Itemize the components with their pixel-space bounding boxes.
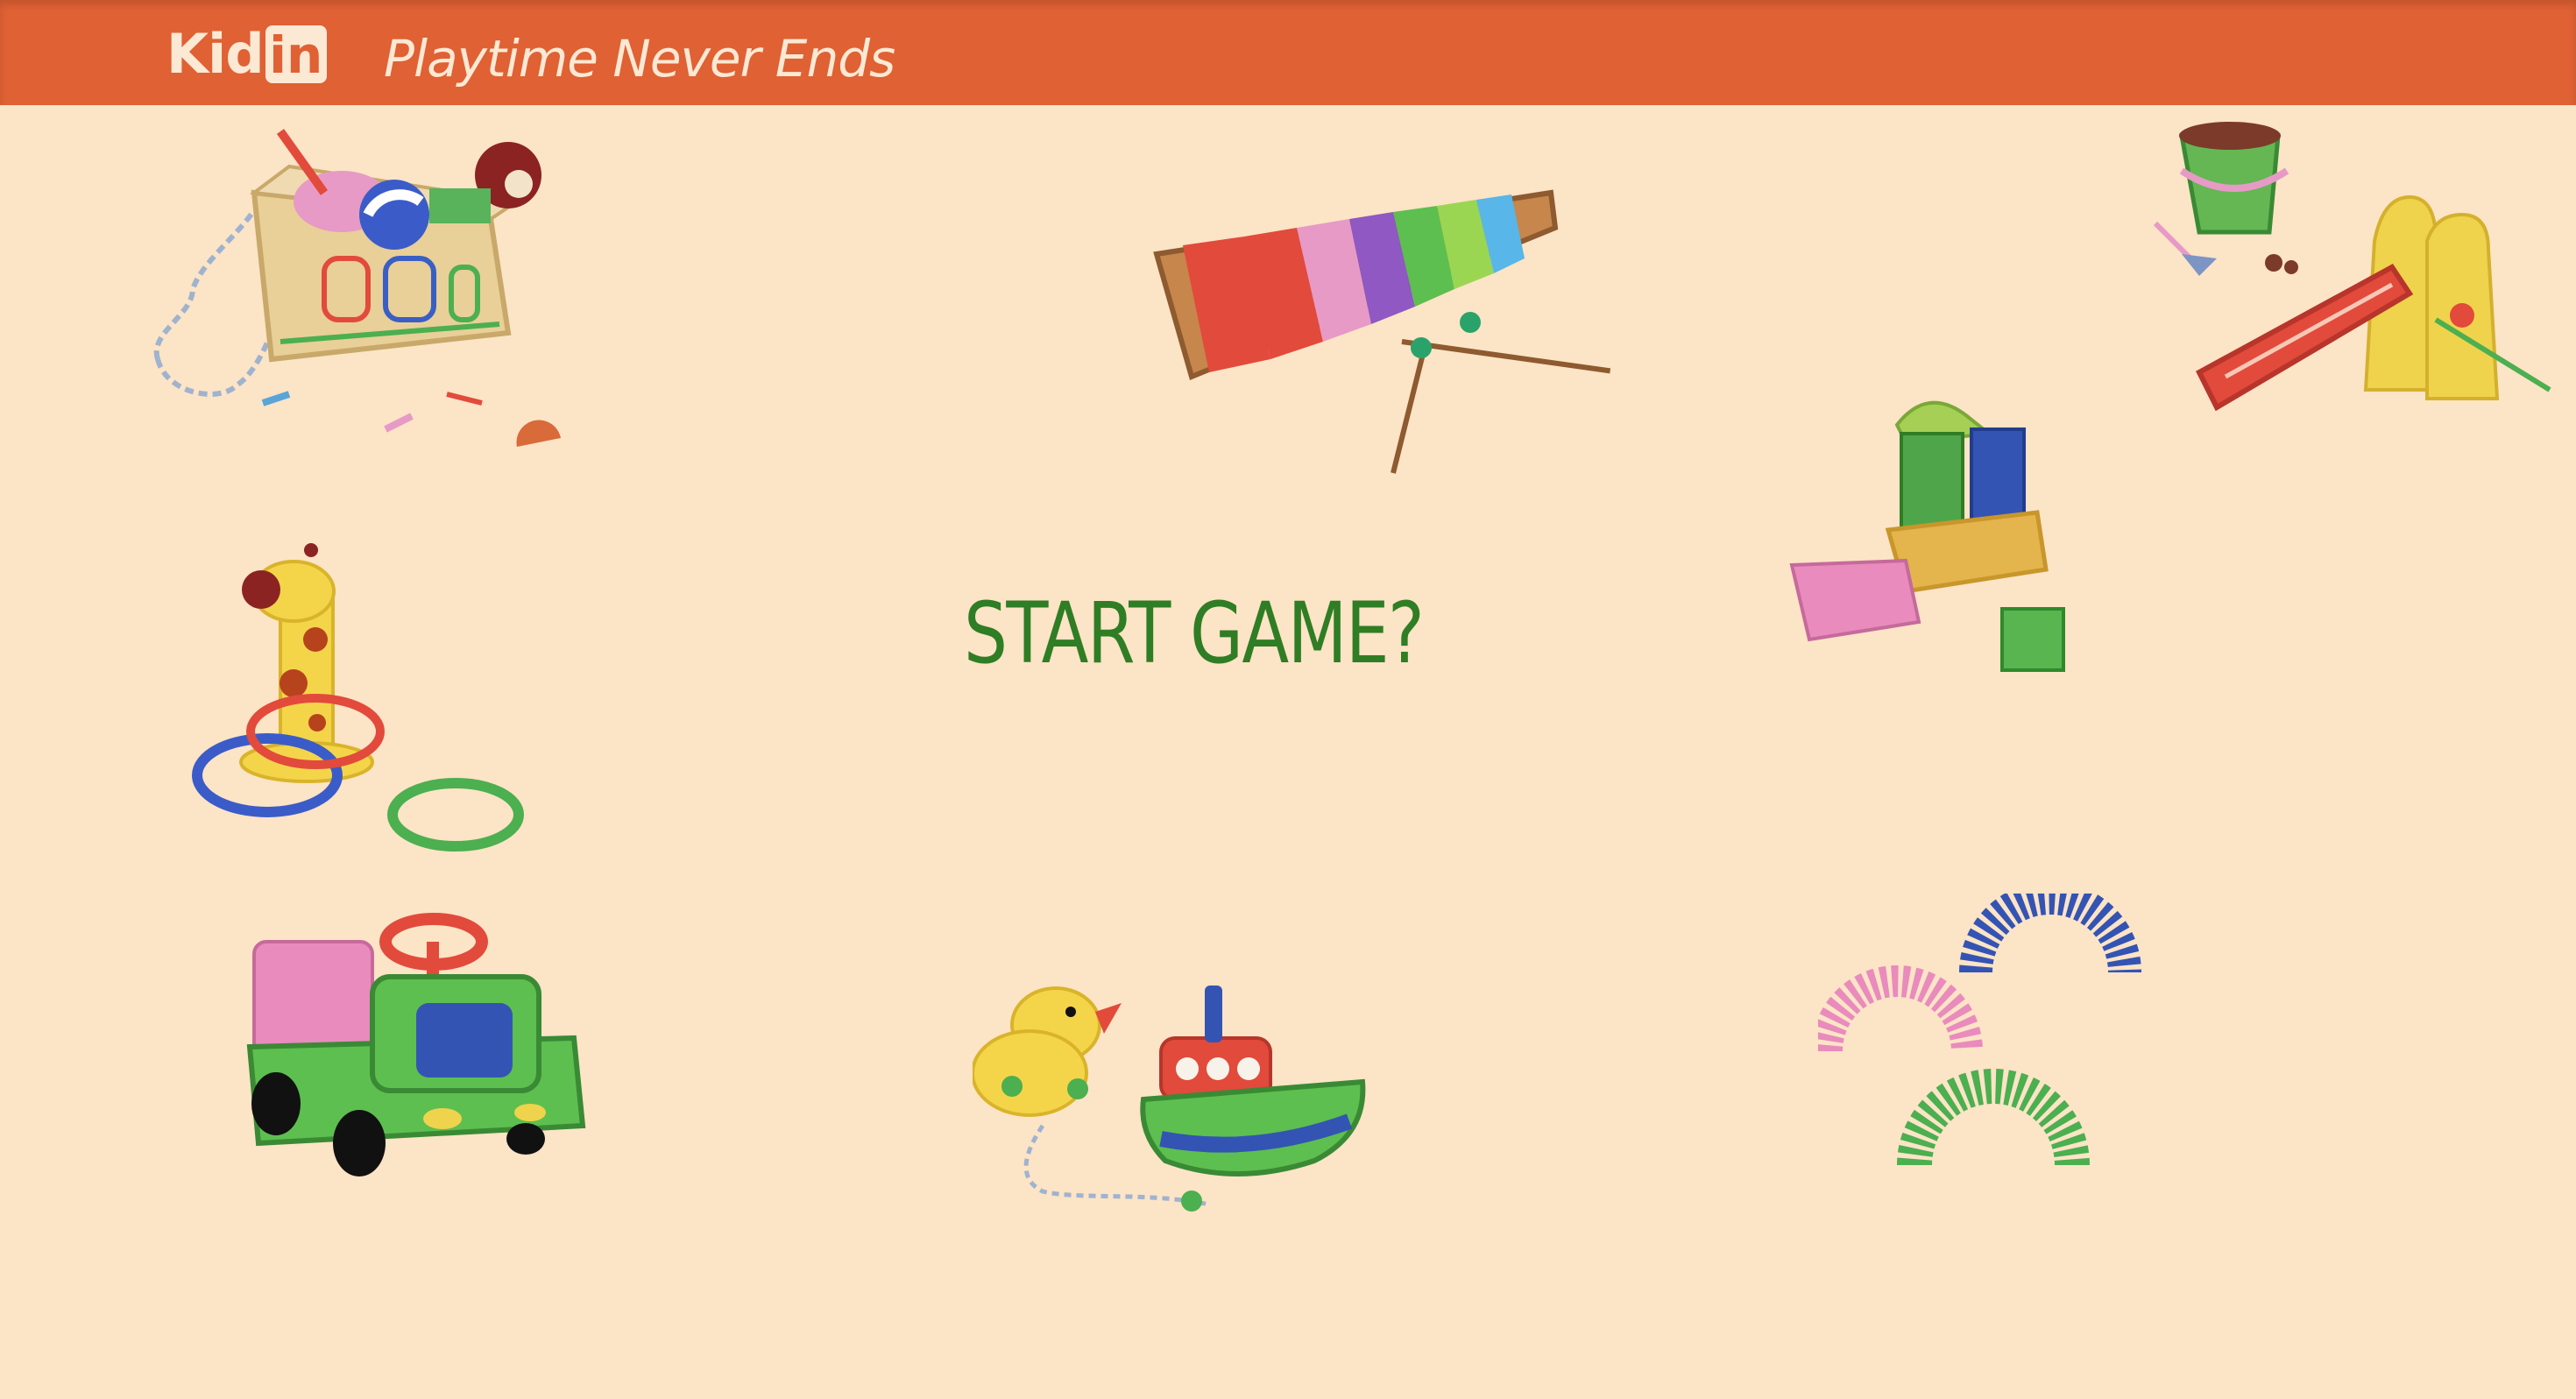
toy-box-icon: [153, 129, 561, 447]
tagline: Playtime Never Ends: [384, 29, 895, 88]
giraffe-ring-toss-icon: [192, 543, 524, 851]
building-blocks-icon: [1789, 400, 2065, 672]
kidin-logo[interactable]: Kid in: [166, 22, 327, 86]
rainbow-arches-icon: [1818, 894, 2141, 1166]
logo-box-text: in: [265, 25, 327, 85]
start-game-button[interactable]: START GAME?: [964, 585, 1425, 682]
app-root: Kid in Playtime Never Ends START GAME?: [0, 0, 2576, 1399]
top-bar: Kid in Playtime Never Ends: [0, 0, 2576, 105]
xylophone-icon: [1153, 189, 1611, 474]
ride-on-car-icon: [246, 913, 586, 1176]
playground-slide-icon: [2153, 122, 2551, 412]
logo-text: Kid: [166, 22, 265, 86]
duck-and-boat-icon: [973, 986, 1366, 1212]
